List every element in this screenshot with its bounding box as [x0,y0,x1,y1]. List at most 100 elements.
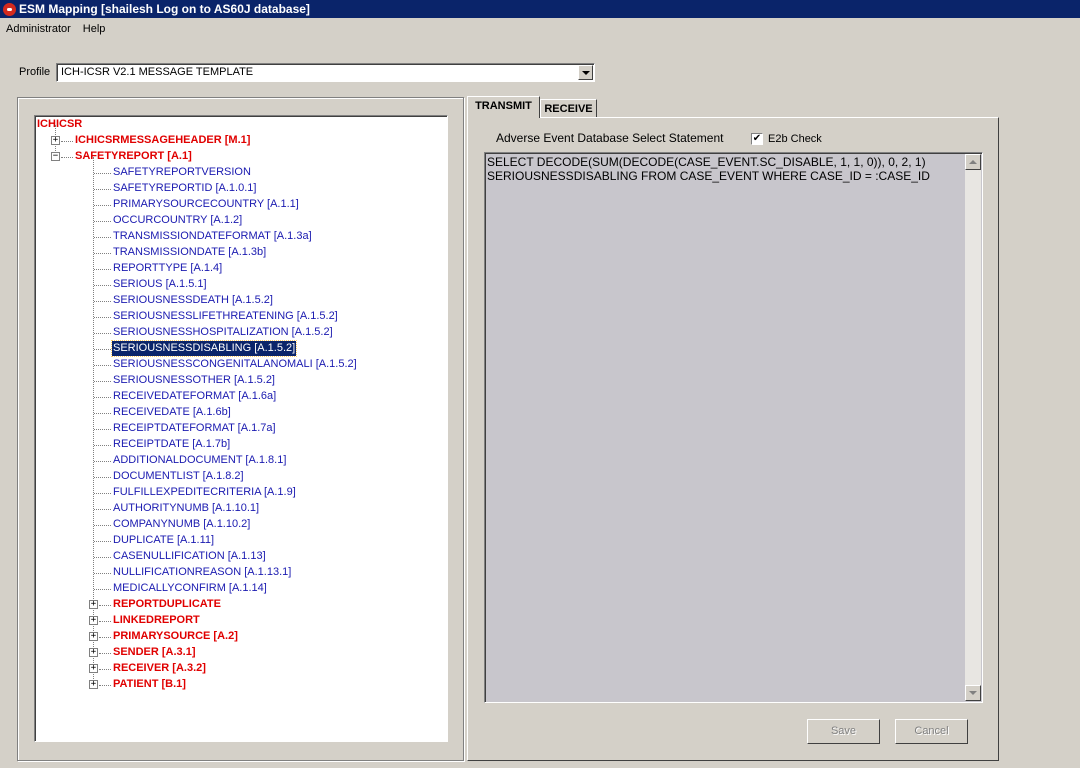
window-title: ESM Mapping [shailesh Log on to AS60J da… [19,2,310,16]
tree-leaf[interactable]: SERIOUSNESSHOSPITALIZATION [A.1.5.2] [112,325,334,340]
tree-node-safetyreport[interactable]: SAFETYREPORT [A.1] [74,149,193,164]
tree-connector [99,653,111,654]
e2b-check-checkbox[interactable]: ✔ [751,133,763,145]
tree-connector [94,573,111,574]
tree-leaf[interactable]: MEDICALLYCONFIRM [A.1.14] [112,581,268,596]
tree-connector [94,333,111,334]
tree-node-group[interactable]: LINKEDREPORT [112,613,201,628]
tree-connector [94,381,111,382]
chevron-up-icon [969,160,977,164]
tree-leaf[interactable]: SERIOUSNESSLIFETHREATENING [A.1.5.2] [112,309,339,324]
tree-connector [94,349,111,350]
tree-connector [99,637,111,638]
tree-connector [94,189,111,190]
tree-leaf[interactable]: SERIOUS [A.1.5.1] [112,277,208,292]
tree-leaf[interactable]: NULLIFICATIONREASON [A.1.13.1] [112,565,292,580]
tree-connector [94,301,111,302]
tree-expand-icon[interactable]: + [89,616,98,625]
tree-connector [94,365,111,366]
tree-leaf[interactable]: DUPLICATE [A.1.11] [112,533,215,548]
tree-leaf[interactable]: REPORTTYPE [A.1.4] [112,261,223,276]
sql-statement-textarea[interactable]: SELECT DECODE(SUM(DECODE(CASE_EVENT.SC_D… [484,152,983,703]
tree-collapse-icon[interactable]: − [51,152,60,161]
tree-connector [94,541,111,542]
tree-connector [94,413,111,414]
tree-connector [94,461,111,462]
oracle-app-icon [3,2,16,16]
tree-leaf[interactable]: SERIOUSNESSOTHER [A.1.5.2] [112,373,276,388]
tree-leaf[interactable]: TRANSMISSIONDATEFORMAT [A.1.3a] [112,229,313,244]
tree-leaf[interactable]: SERIOUSNESSCONGENITALANOMALI [A.1.5.2] [112,357,358,372]
tree-connector [94,397,111,398]
tree-node-group[interactable]: RECEIVER [A.3.2] [112,661,207,676]
tree-leaf[interactable]: CASENULLIFICATION [A.1.13] [112,549,267,564]
tree-connector [94,445,111,446]
tree-connector [94,493,111,494]
save-button[interactable]: Save [807,719,880,744]
tree-leaf[interactable]: PRIMARYSOURCECOUNTRY [A.1.1] [112,197,300,212]
message-tree[interactable]: ICHICSR + ICHICSRMESSAGEHEADER [M.1] − SAFET… [34,115,448,742]
tree-leaf[interactable]: RECEIVEDATE [A.1.6b] [112,405,232,420]
tree-leaf[interactable]: RECEIPTDATEFORMAT [A.1.7a] [112,421,277,436]
tab-transmit[interactable]: TRANSMIT [467,96,540,118]
tree-leaf[interactable]: RECEIVEDATEFORMAT [A.1.6a] [112,389,277,404]
tree-connector [94,269,111,270]
scroll-up-button[interactable] [965,154,981,170]
cancel-button[interactable]: Cancel [895,719,968,744]
tree-leaf[interactable]: SAFETYREPORTID [A.1.0.1] [112,181,257,196]
scroll-down-button[interactable] [965,685,981,701]
tree-leaf[interactable]: OCCURCOUNTRY [A.1.2] [112,213,243,228]
tree-connector [94,525,111,526]
tree-expand-icon[interactable]: + [89,648,98,657]
tree-leaf[interactable]: SERIOUSNESSDEATH [A.1.5.2] [112,293,274,308]
menu-administrator[interactable]: Administrator [0,20,77,38]
chevron-down-icon [969,691,977,695]
tree-connector [94,205,111,206]
tree-root[interactable]: ICHICSR [36,117,83,132]
tree-leaf[interactable]: AUTHORITYNUMB [A.1.10.1] [112,501,260,516]
tree-leaf[interactable]: TRANSMISSIONDATE [A.1.3b] [112,245,267,260]
menu-bar: Administrator Help [0,20,111,38]
tree-connector [94,221,111,222]
tree-node-group[interactable]: REPORTDUPLICATE [112,597,222,612]
sql-scrollbar[interactable] [965,154,981,701]
tree-leaf[interactable]: RECEIPTDATE [A.1.7b] [112,437,231,452]
tree-connector [94,253,111,254]
tree-connector [99,669,111,670]
tab-receive[interactable]: RECEIVE [540,99,597,117]
profile-select[interactable]: ICH-ICSR V2.1 MESSAGE TEMPLATE [56,63,595,82]
tree-connector [94,173,111,174]
tree-connector [99,605,111,606]
tree-connector [94,237,111,238]
tree-leaf[interactable]: SAFETYREPORTVERSION [112,165,252,180]
profile-label: Profile [19,66,51,78]
menu-help[interactable]: Help [77,20,112,38]
profile-value: ICH-ICSR V2.1 MESSAGE TEMPLATE [61,66,254,78]
tree-node-group[interactable]: PRIMARYSOURCE [A.2] [112,629,239,644]
title-bar: ESM Mapping [shailesh Log on to AS60J da… [0,0,1080,18]
tree-expand-icon[interactable]: + [89,632,98,641]
tree-leaf[interactable]: ADDITIONALDOCUMENT [A.1.8.1] [112,453,287,468]
tree-expand-icon[interactable]: + [89,664,98,673]
tree-leaf[interactable]: DOCUMENTLIST [A.1.8.2] [112,469,245,484]
tree-connector [61,141,73,142]
tree-expand-icon[interactable]: + [89,680,98,689]
tree-node-message-header[interactable]: ICHICSRMESSAGEHEADER [M.1] [74,133,251,148]
profile-dropdown-button[interactable] [578,65,593,80]
tree-connector [61,157,73,158]
tree-node-group[interactable]: SENDER [A.3.1] [112,645,197,660]
tree-connector [94,285,111,286]
tree-node-group[interactable]: PATIENT [B.1] [112,677,187,692]
tree-leaf[interactable]: COMPANYNUMB [A.1.10.2] [112,517,251,532]
tree-connector [94,557,111,558]
tree-leaf[interactable]: SERIOUSNESSDISABLING [A.1.5.2] [110,340,298,357]
tree-connector [94,317,111,318]
e2b-check-label: E2b Check [768,133,822,145]
tree-expand-icon[interactable]: + [89,600,98,609]
tree-connector [94,509,111,510]
tree-leaf[interactable]: FULFILLEXPEDITECRITERIA [A.1.9] [112,485,297,500]
checkmark-icon: ✔ [752,133,762,144]
tree-connector [94,589,111,590]
tree-connector [99,621,111,622]
tree-expand-icon[interactable]: + [51,136,60,145]
